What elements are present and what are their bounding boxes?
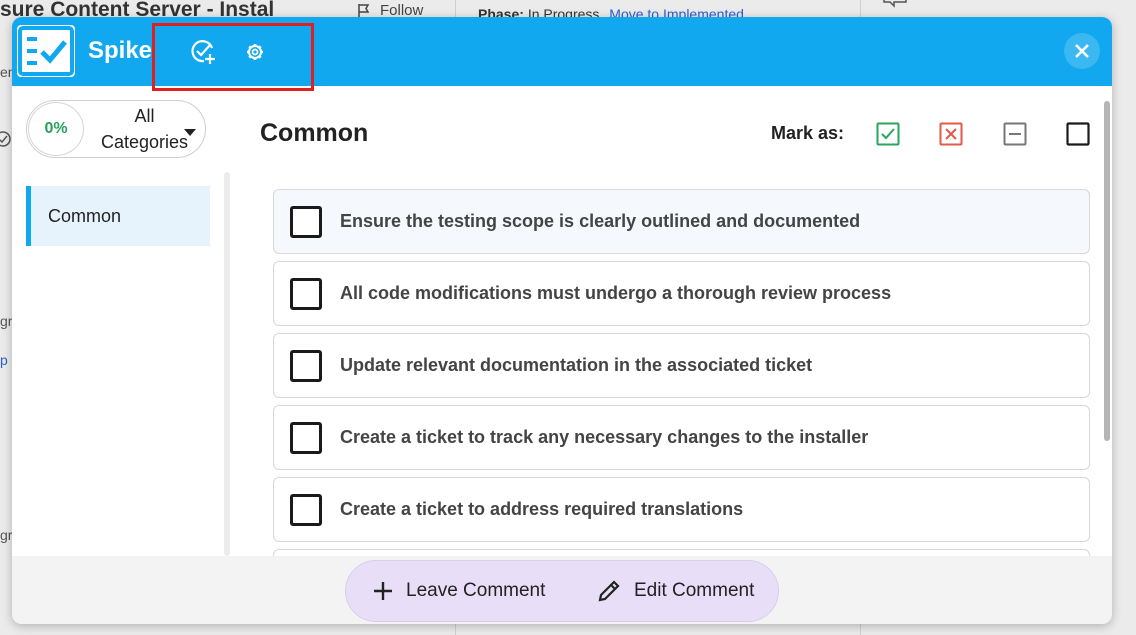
progress-indicator: 0% xyxy=(28,102,84,156)
item-checkbox[interactable] xyxy=(290,350,322,382)
settings-icon[interactable] xyxy=(242,39,268,65)
mark-unchecked-icon[interactable] xyxy=(1066,122,1090,146)
checklist-item[interactable]: All code modifications must undergo a th… xyxy=(273,261,1090,326)
item-text: Update relevant documentation in the ass… xyxy=(340,355,813,375)
comment-icon[interactable] xyxy=(882,0,908,8)
item-checkbox[interactable] xyxy=(290,494,322,526)
modal-header: Spike xyxy=(12,17,1112,86)
scrollbar-thumb[interactable] xyxy=(1104,101,1110,441)
pencil-icon xyxy=(598,580,620,602)
background-snip: gr xyxy=(0,313,13,329)
item-text: All code modifications must undergo a th… xyxy=(340,283,892,303)
check-circle-icon xyxy=(0,131,11,147)
mark-na-icon[interactable] xyxy=(1003,122,1027,146)
checklist-logo-icon xyxy=(18,26,74,76)
section-title: Common xyxy=(260,119,369,147)
mark-failed-icon[interactable] xyxy=(939,122,963,146)
checklist-item[interactable]: Update relevant documentation in the ass… xyxy=(273,333,1090,398)
category-filter: 0% All Categories xyxy=(26,100,206,158)
item-text: Create a ticket to track any necessary c… xyxy=(340,427,869,447)
background-snip: gr xyxy=(0,527,13,543)
checklist-item[interactable]: Create a ticket to track any necessary c… xyxy=(273,405,1090,470)
close-button[interactable] xyxy=(1064,33,1100,69)
leave-comment-label: Leave Comment xyxy=(406,580,546,601)
mark-as-label: Mark as: xyxy=(771,123,845,143)
edit-comment-label: Edit Comment xyxy=(634,580,755,601)
main-scrollbar[interactable] xyxy=(1104,101,1110,541)
item-checkbox[interactable] xyxy=(290,278,322,310)
item-checkbox[interactable] xyxy=(290,422,322,454)
category-item-common[interactable]: Common xyxy=(26,186,210,246)
caret-down-icon xyxy=(184,129,196,136)
spike-checklist-modal: Spike 0% All Categories Common Common Ma… xyxy=(12,17,1112,624)
checklist: Ensure the testing scope is clearly outl… xyxy=(273,189,1090,559)
add-check-icon[interactable] xyxy=(188,37,218,67)
edit-comment-button[interactable]: Edit Comment xyxy=(596,561,754,621)
item-text: Ensure the testing scope is clearly outl… xyxy=(340,211,861,231)
modal-footer: Leave Comment Edit Comment xyxy=(12,556,1112,624)
plus-icon xyxy=(374,582,392,600)
app-title: Spike xyxy=(88,37,153,64)
category-select-line2: Categories xyxy=(100,132,189,152)
close-icon xyxy=(1075,44,1089,58)
mark-done-icon[interactable] xyxy=(876,122,900,146)
leave-comment-button[interactable]: Leave Comment xyxy=(372,561,545,621)
checklist-item[interactable]: Create a ticket to address required tran… xyxy=(273,477,1090,542)
sidebar-scrollbar[interactable] xyxy=(224,172,230,556)
category-sidebar: 0% All Categories Common xyxy=(12,86,230,556)
item-checkbox[interactable] xyxy=(290,206,322,238)
spike-logo xyxy=(17,25,75,77)
category-select-line1: All xyxy=(134,106,155,126)
item-text: Create a ticket to address required tran… xyxy=(340,499,744,519)
category-select[interactable]: All Categories xyxy=(87,103,202,155)
checklist-item[interactable]: Ensure the testing scope is clearly outl… xyxy=(273,189,1090,254)
background-link-snip[interactable]: p xyxy=(0,352,8,368)
comment-actions: Leave Comment Edit Comment xyxy=(345,560,779,622)
